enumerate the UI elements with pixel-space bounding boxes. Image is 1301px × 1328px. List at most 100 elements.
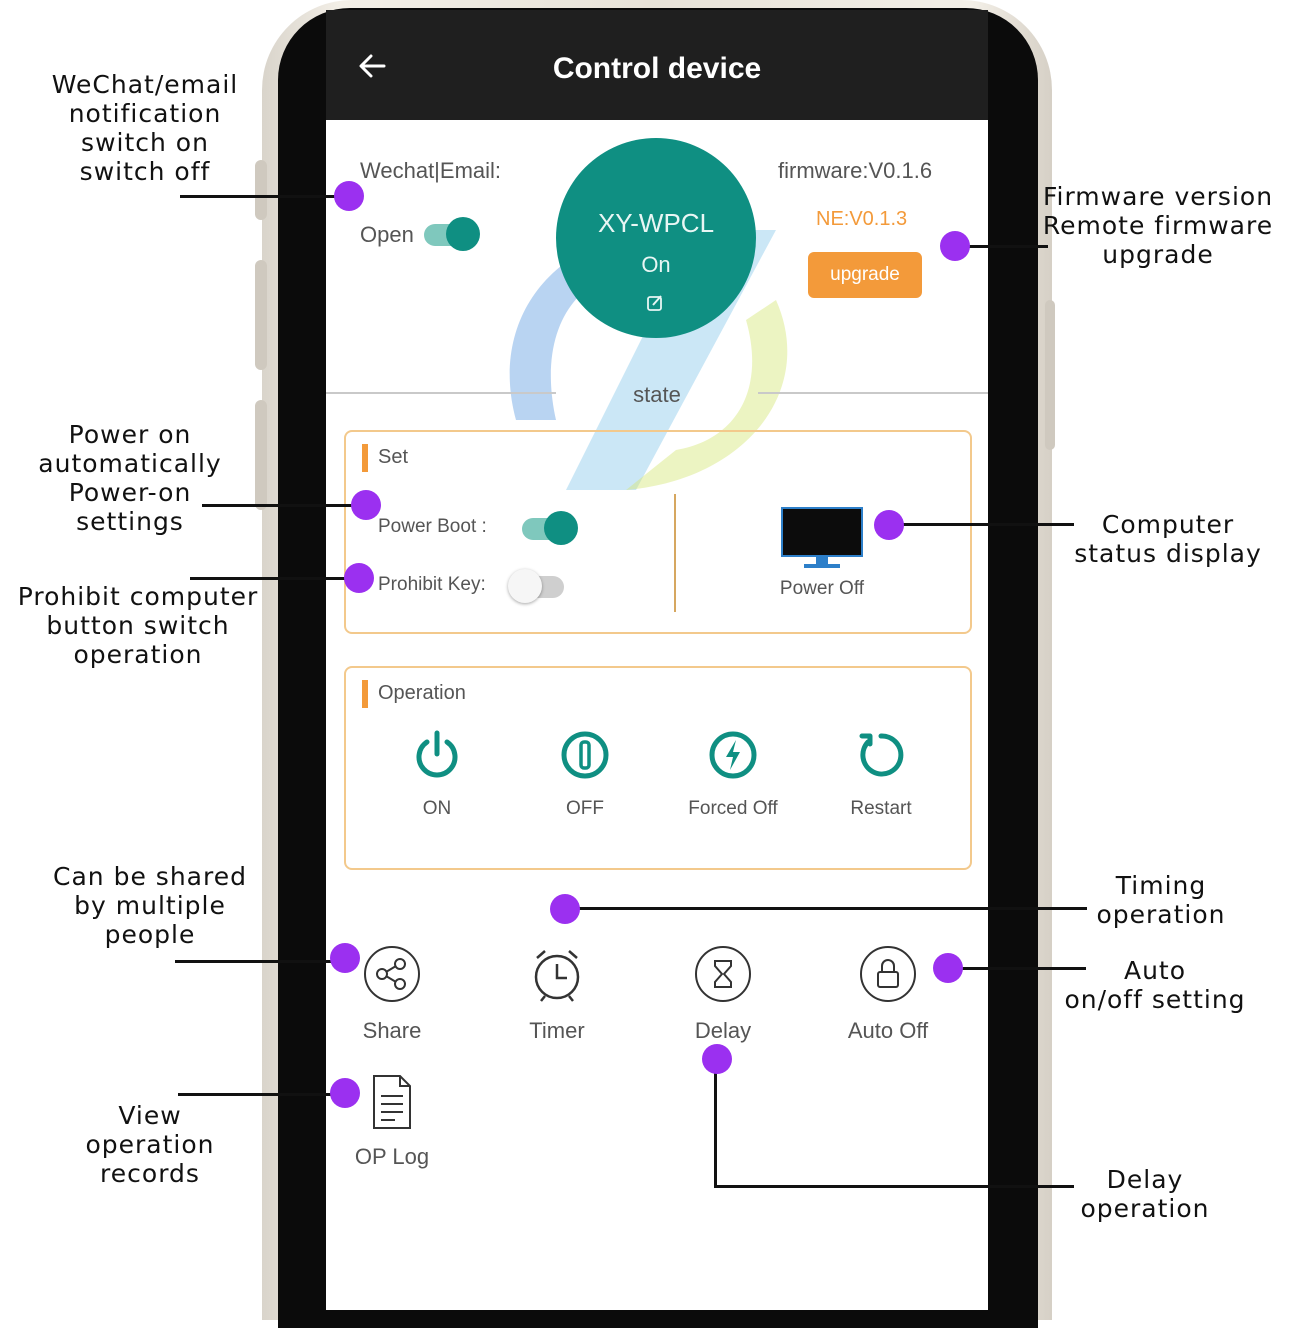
leader-line [175, 960, 345, 963]
leader-line [180, 195, 350, 198]
device-state: On [641, 252, 671, 277]
power-boot-toggle[interactable] [522, 511, 578, 545]
annotation-line: operation [1080, 1194, 1210, 1223]
annotation-line: Prohibit computer [17, 582, 259, 611]
toggle-knob [508, 569, 542, 603]
page-title: Control device [552, 52, 762, 85]
toggle-knob [446, 217, 480, 251]
notify-label: Wechat|Email: [360, 158, 502, 183]
divider-line [758, 392, 988, 394]
leader-line [958, 245, 1048, 248]
annotation-line: operation [73, 640, 203, 669]
annotation-line: records [100, 1159, 200, 1188]
annotation-auto: Auto on/off setting [1050, 956, 1260, 1014]
leader-line [714, 1058, 717, 1188]
alarm-clock-icon[interactable] [527, 944, 587, 1004]
leader-line [190, 577, 360, 580]
panel-divider [674, 494, 676, 612]
notify-toggle[interactable] [424, 217, 480, 251]
annotation-timing: Timing operation [1066, 871, 1256, 929]
annotation-dot [940, 231, 970, 261]
ne-version: NE:V0.1.3 [816, 208, 908, 230]
op-label-forced-off: Forced Off [688, 798, 778, 819]
leader-line [714, 1185, 1074, 1188]
feature-label-auto-off: Auto Off [847, 1018, 929, 1043]
feature-label-delay: Delay [694, 1018, 752, 1043]
phone-side-button [255, 400, 267, 510]
panel-marker [362, 444, 368, 472]
app-screen: Control device Wechat|Email: Open XY-WPC… [326, 10, 988, 1310]
annotation-line: automatically [38, 449, 222, 478]
operation-panel-title: Operation [378, 682, 466, 704]
set-panel-title: Set [378, 446, 409, 468]
power-off-icon[interactable] [558, 728, 612, 782]
power-on-icon[interactable] [410, 728, 464, 782]
feature-label-op-log: OP Log [354, 1144, 430, 1169]
annotation-dot [550, 894, 580, 924]
prohibit-key-label: Prohibit Key: [378, 574, 486, 595]
annotation-line: switch off [79, 157, 211, 186]
device-status-circle[interactable]: XY-WPCL On [556, 138, 756, 338]
annotation-line: View [118, 1101, 182, 1130]
annotation-line: on/off setting [1064, 985, 1246, 1014]
prohibit-key-toggle[interactable] [508, 569, 564, 603]
annotation-dot [344, 563, 374, 593]
annotation-line: Delay [1106, 1165, 1184, 1194]
op-label-on: ON [422, 798, 452, 819]
leader-line [888, 523, 1074, 526]
annotation-line: Power-on [68, 478, 192, 507]
annotation-line: operation [85, 1130, 215, 1159]
annotation-line: notification [68, 99, 222, 128]
annotation-line: Remote firmware [1042, 211, 1274, 240]
annotation-power-on: Power on automatically Power-on settings [10, 420, 250, 536]
annotation-line: WeChat/email [51, 70, 239, 99]
annotation-line: upgrade [1102, 240, 1214, 269]
operation-panel: Operation ON OFF Forced Off Restart [344, 666, 972, 870]
forced-off-icon[interactable] [706, 728, 760, 782]
annotation-line: Timing [1115, 871, 1207, 900]
annotation-line: by multiple [74, 891, 226, 920]
annotation-dot [351, 490, 381, 520]
hourglass-icon[interactable] [693, 944, 753, 1004]
annotation-dot [933, 953, 963, 983]
annotation-line: switch on [81, 128, 209, 157]
app-header: Control device [326, 10, 988, 120]
upgrade-button[interactable]: upgrade [808, 252, 922, 298]
notify-toggle-label: Open [360, 222, 414, 247]
annotation-prohibit: Prohibit computer button switch operatio… [6, 582, 270, 669]
annotation-delay: Delay operation [1050, 1165, 1240, 1223]
annotation-firmware: Firmware version Remote firmware upgrade [1040, 182, 1276, 269]
feature-label-share: Share [362, 1018, 422, 1043]
annotation-line: Auto [1123, 956, 1187, 985]
device-name: XY-WPCL [597, 208, 715, 238]
annotation-share: Can be shared by multiple people [30, 862, 270, 949]
toggle-knob [544, 511, 578, 545]
annotation-line: settings [76, 507, 184, 536]
annotation-dot [330, 1078, 360, 1108]
document-icon[interactable] [362, 1072, 422, 1132]
monitor-icon [781, 507, 863, 568]
annotation-line: Power on [68, 420, 192, 449]
annotation-wechat: WeChat/email notification switch on swit… [20, 70, 270, 186]
feature-label-timer: Timer [529, 1018, 585, 1043]
panel-marker [362, 680, 368, 708]
state-label: state [633, 382, 681, 407]
edit-icon[interactable] [646, 294, 664, 312]
share-icon[interactable] [362, 944, 422, 1004]
leader-line [565, 907, 1087, 910]
op-label-off: OFF [566, 798, 604, 819]
computer-status: Power Off [779, 578, 865, 599]
annotation-dot [334, 181, 364, 211]
annotation-line: status display [1074, 539, 1262, 568]
annotation-dot [702, 1044, 732, 1074]
annotation-computer-status: Computer status display [1066, 510, 1270, 568]
op-label-restart: Restart [850, 798, 912, 819]
phone-side-button [255, 260, 267, 370]
annotation-dot [330, 943, 360, 973]
annotation-dot [874, 510, 904, 540]
restart-icon[interactable] [854, 728, 908, 782]
annotation-line: Can be shared [53, 862, 247, 891]
lock-icon[interactable] [858, 944, 918, 1004]
annotation-view: View operation records [40, 1101, 260, 1188]
firmware-version: firmware:V0.1.6 [778, 158, 933, 183]
